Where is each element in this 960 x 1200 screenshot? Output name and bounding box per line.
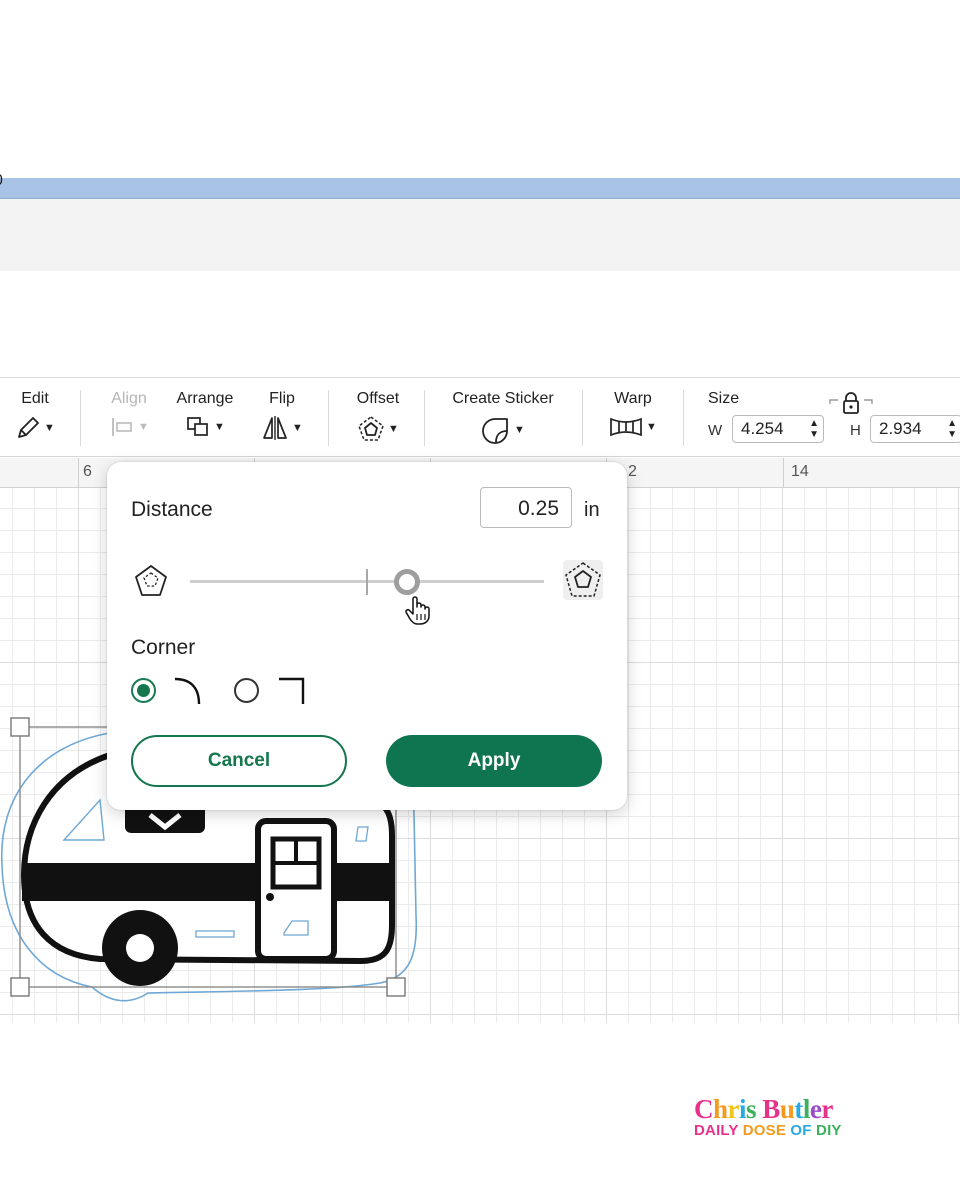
chevron-down-icon: ▼ bbox=[214, 421, 225, 433]
size-controls: Size W 4.254 ▲ ▼ H 2.934 ▲ ▼ bbox=[700, 378, 960, 458]
door-handle bbox=[266, 893, 274, 901]
warp-icon bbox=[610, 417, 642, 437]
large-offset-icon[interactable] bbox=[563, 560, 603, 600]
selection-band: 0 bbox=[0, 172, 960, 199]
corner-label: Corner bbox=[131, 636, 196, 659]
chevron-down-icon: ▼ bbox=[646, 421, 657, 433]
chevron-down-icon: ▼ bbox=[44, 422, 55, 434]
cancel-button[interactable]: Cancel bbox=[131, 735, 347, 787]
arrange-tool[interactable]: Arrange ▼ bbox=[170, 378, 240, 458]
band-edge-text: 0 bbox=[0, 172, 3, 190]
distance-slider-thumb[interactable] bbox=[394, 569, 420, 595]
slider-default-mark bbox=[366, 569, 368, 595]
edit-toolbar: Edit ▼ Align ▼ Arrange ▼ Flip ▼ Offset ▼ bbox=[0, 377, 960, 457]
width-value: 4.254 bbox=[741, 419, 784, 438]
ruler-tick bbox=[78, 458, 79, 488]
align-icon bbox=[112, 418, 132, 436]
chevron-down-icon: ▼ bbox=[138, 421, 149, 433]
height-input[interactable]: 2.934 ▲ ▼ bbox=[870, 415, 960, 443]
warp-tool[interactable]: Warp ▼ bbox=[602, 378, 664, 458]
size-label: Size bbox=[708, 390, 740, 407]
edit-label: Edit bbox=[21, 390, 49, 407]
arrange-label: Arrange bbox=[176, 390, 234, 407]
watermark-name: Chris Butler bbox=[694, 1094, 833, 1124]
apply-button[interactable]: Apply bbox=[386, 735, 602, 787]
corner-rounded-radio[interactable] bbox=[131, 678, 156, 703]
width-input[interactable]: 4.254 ▲ ▼ bbox=[732, 415, 824, 443]
selection-handle[interactable] bbox=[10, 977, 30, 997]
lock-icon[interactable] bbox=[828, 392, 874, 416]
small-offset-icon[interactable] bbox=[133, 564, 169, 598]
sticker-icon bbox=[482, 418, 508, 444]
align-tool[interactable]: Align ▼ bbox=[104, 378, 154, 458]
hand-cursor-icon bbox=[405, 596, 430, 625]
sharp-corner-icon bbox=[279, 677, 305, 704]
watermark-logo: Chris Butler DAILY DOSE OF DIY bbox=[694, 1094, 894, 1140]
create-sticker-tool[interactable]: Create Sticker ▼ bbox=[442, 378, 564, 458]
height-stepper-icon[interactable]: ▲ ▼ bbox=[947, 418, 957, 440]
toolbar-divider bbox=[683, 390, 684, 446]
watermark-tagline: DAILY DOSE OF DIY bbox=[694, 1122, 842, 1139]
toolbar-divider bbox=[328, 390, 329, 446]
width-stepper-icon[interactable]: ▲ ▼ bbox=[809, 418, 819, 440]
edit-tool[interactable]: Edit ▼ bbox=[10, 378, 60, 458]
height-value: 2.934 bbox=[879, 419, 922, 438]
flip-icon bbox=[263, 416, 287, 440]
chevron-down-icon: ▼ bbox=[388, 423, 399, 435]
selection-handle[interactable] bbox=[10, 717, 30, 737]
flip-tool[interactable]: Flip ▼ bbox=[256, 378, 308, 458]
distance-label: Distance bbox=[131, 498, 213, 521]
arrange-icon bbox=[187, 417, 208, 436]
ruler-label: 6 bbox=[83, 463, 92, 480]
offset-panel: Distance 0.25 in Corner Cancel Apply bbox=[107, 462, 627, 810]
distance-input[interactable]: 0.25 bbox=[480, 487, 572, 528]
distance-unit: in bbox=[584, 499, 600, 521]
ruler-label: 2 bbox=[628, 463, 637, 480]
offset-label: Offset bbox=[356, 390, 400, 407]
create-sticker-label: Create Sticker bbox=[452, 390, 554, 407]
width-label: W bbox=[708, 422, 723, 439]
warp-label: Warp bbox=[614, 390, 652, 407]
selection-handle[interactable] bbox=[386, 977, 406, 997]
rounded-corner-icon bbox=[174, 677, 201, 705]
ruler-tick bbox=[783, 458, 784, 488]
align-label: Align bbox=[111, 390, 147, 407]
corner-sharp-radio[interactable] bbox=[234, 678, 259, 703]
chevron-down-icon: ▼ bbox=[514, 424, 525, 436]
offset-tool[interactable]: Offset ▼ bbox=[348, 378, 408, 458]
pencil-icon bbox=[18, 417, 39, 438]
gray-header-bar bbox=[0, 199, 960, 271]
toolbar-divider bbox=[80, 390, 81, 446]
offset-icon bbox=[358, 416, 384, 441]
ruler-label: 14 bbox=[791, 463, 809, 480]
wheel-hub bbox=[126, 934, 154, 962]
toolbar-divider bbox=[424, 390, 425, 446]
flip-label: Flip bbox=[269, 390, 295, 407]
height-label: H bbox=[850, 422, 861, 439]
toolbar-divider bbox=[582, 390, 583, 446]
chevron-down-icon: ▼ bbox=[292, 422, 303, 434]
